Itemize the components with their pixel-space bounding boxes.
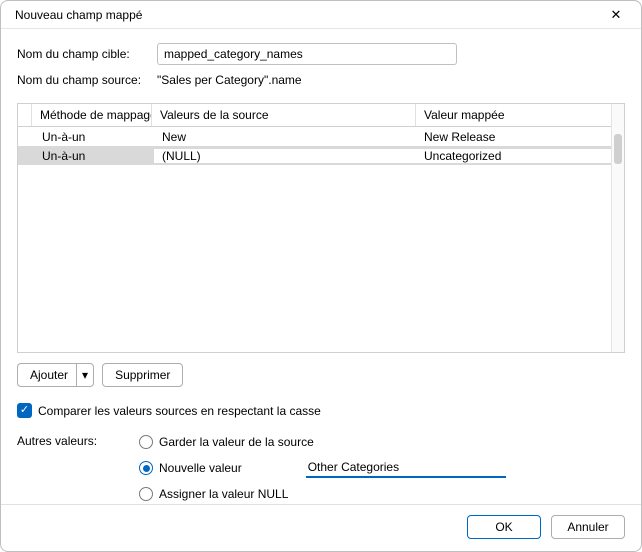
radio-keep-source[interactable]: Garder la valeur de la source bbox=[139, 432, 506, 452]
header-mapped[interactable]: Valeur mappée bbox=[416, 104, 611, 126]
case-sensitive-checkbox[interactable]: ✓ bbox=[17, 403, 32, 418]
table-button-row: Ajouter ▾ Supprimer bbox=[17, 363, 625, 387]
add-split-button: Ajouter ▾ bbox=[17, 363, 94, 387]
cell-source: New bbox=[154, 130, 416, 144]
add-button[interactable]: Ajouter bbox=[17, 363, 76, 387]
check-icon: ✓ bbox=[20, 405, 29, 416]
close-icon: ✕ bbox=[611, 8, 622, 21]
header-source[interactable]: Valeurs de la source bbox=[152, 104, 416, 126]
vertical-scrollbar[interactable] bbox=[611, 103, 625, 353]
other-values-group: Autres valeurs: Garder la valeur de la s… bbox=[17, 432, 625, 504]
target-field-input[interactable] bbox=[157, 43, 457, 65]
window-title: Nouveau champ mappé bbox=[15, 8, 142, 22]
other-values-label: Autres valeurs: bbox=[17, 432, 139, 504]
radio-new-value-label: Nouvelle valeur bbox=[159, 461, 242, 475]
case-sensitive-label: Comparer les valeurs sources en respecta… bbox=[38, 404, 321, 418]
radio-assign-null[interactable]: Assigner la valeur NULL bbox=[139, 484, 506, 504]
new-value-input[interactable] bbox=[306, 458, 506, 478]
table-body: Un-à-un New New Release Un-à-un (NULL) U… bbox=[18, 127, 611, 352]
cell-method: Un-à-un bbox=[34, 130, 154, 144]
source-field-value: "Sales per Category".name bbox=[157, 73, 302, 87]
dialog-footer: OK Annuler bbox=[1, 504, 641, 551]
source-field-row: Nom du champ source: "Sales per Category… bbox=[17, 73, 625, 87]
dialog-window: Nouveau champ mappé ✕ Nom du champ cible… bbox=[0, 0, 642, 552]
cell-mapped: Uncategorized bbox=[416, 149, 611, 163]
radio-icon bbox=[139, 435, 153, 449]
radio-keep-source-label: Garder la valeur de la source bbox=[159, 435, 314, 449]
title-bar: Nouveau champ mappé ✕ bbox=[1, 1, 641, 29]
radio-icon bbox=[139, 487, 153, 501]
chevron-down-icon: ▾ bbox=[82, 368, 88, 382]
delete-button[interactable]: Supprimer bbox=[102, 363, 183, 387]
cell-mapped: New Release bbox=[416, 130, 611, 144]
case-sensitive-row[interactable]: ✓ Comparer les valeurs sources en respec… bbox=[17, 403, 625, 418]
ok-button[interactable]: OK bbox=[467, 515, 541, 539]
target-field-label: Nom du champ cible: bbox=[17, 47, 157, 61]
table-row[interactable]: Un-à-un (NULL) Uncategorized bbox=[18, 146, 611, 165]
target-field-row: Nom du champ cible: bbox=[17, 43, 625, 65]
radio-assign-null-label: Assigner la valeur NULL bbox=[159, 487, 288, 501]
table-row[interactable]: Un-à-un New New Release bbox=[18, 127, 611, 146]
close-button[interactable]: ✕ bbox=[599, 3, 633, 27]
add-dropdown-button[interactable]: ▾ bbox=[76, 363, 94, 387]
mapping-table-main: Méthode de mappage Valeurs de la source … bbox=[17, 103, 611, 353]
cell-source: (NULL) bbox=[154, 149, 416, 163]
header-handle bbox=[18, 104, 32, 126]
source-field-label: Nom du champ source: bbox=[17, 73, 157, 87]
cancel-button[interactable]: Annuler bbox=[551, 515, 625, 539]
radio-icon bbox=[139, 461, 153, 475]
dialog-content: Nom du champ cible: Nom du champ source:… bbox=[1, 29, 641, 504]
header-method[interactable]: Méthode de mappage bbox=[32, 104, 152, 126]
mapping-table: Méthode de mappage Valeurs de la source … bbox=[17, 103, 625, 353]
other-values-radios: Garder la valeur de la source Nouvelle v… bbox=[139, 432, 506, 504]
table-header: Méthode de mappage Valeurs de la source … bbox=[18, 104, 611, 127]
radio-new-value[interactable]: Nouvelle valeur bbox=[139, 458, 506, 478]
cell-method: Un-à-un bbox=[34, 149, 154, 163]
